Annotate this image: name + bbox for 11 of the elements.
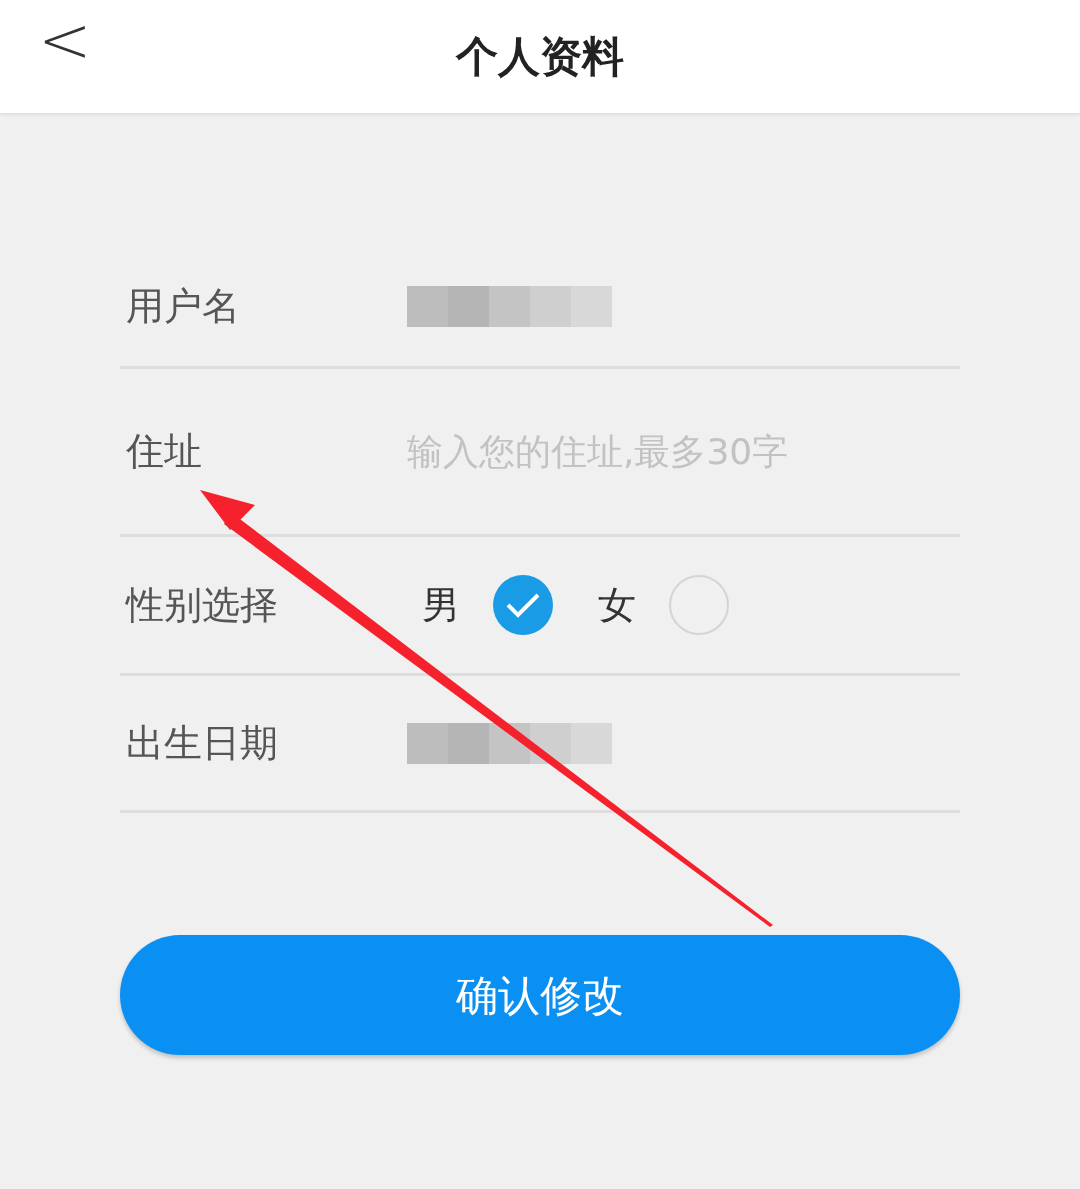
radio-button[interactable] [669,575,729,635]
field-label: 出生日期 [125,719,279,767]
gender-option-label: 男 [422,581,460,629]
field-label: 性别选择 [124,581,279,629]
back-button[interactable]: < [38,8,92,72]
gender-option-label: 女 [598,581,636,629]
field-label: 用户名 [125,283,241,330]
field-label: 住址 [125,428,203,475]
page-title: 个人资料 [456,31,624,83]
checked-radio[interactable] [493,575,553,635]
check-icon [505,591,541,619]
